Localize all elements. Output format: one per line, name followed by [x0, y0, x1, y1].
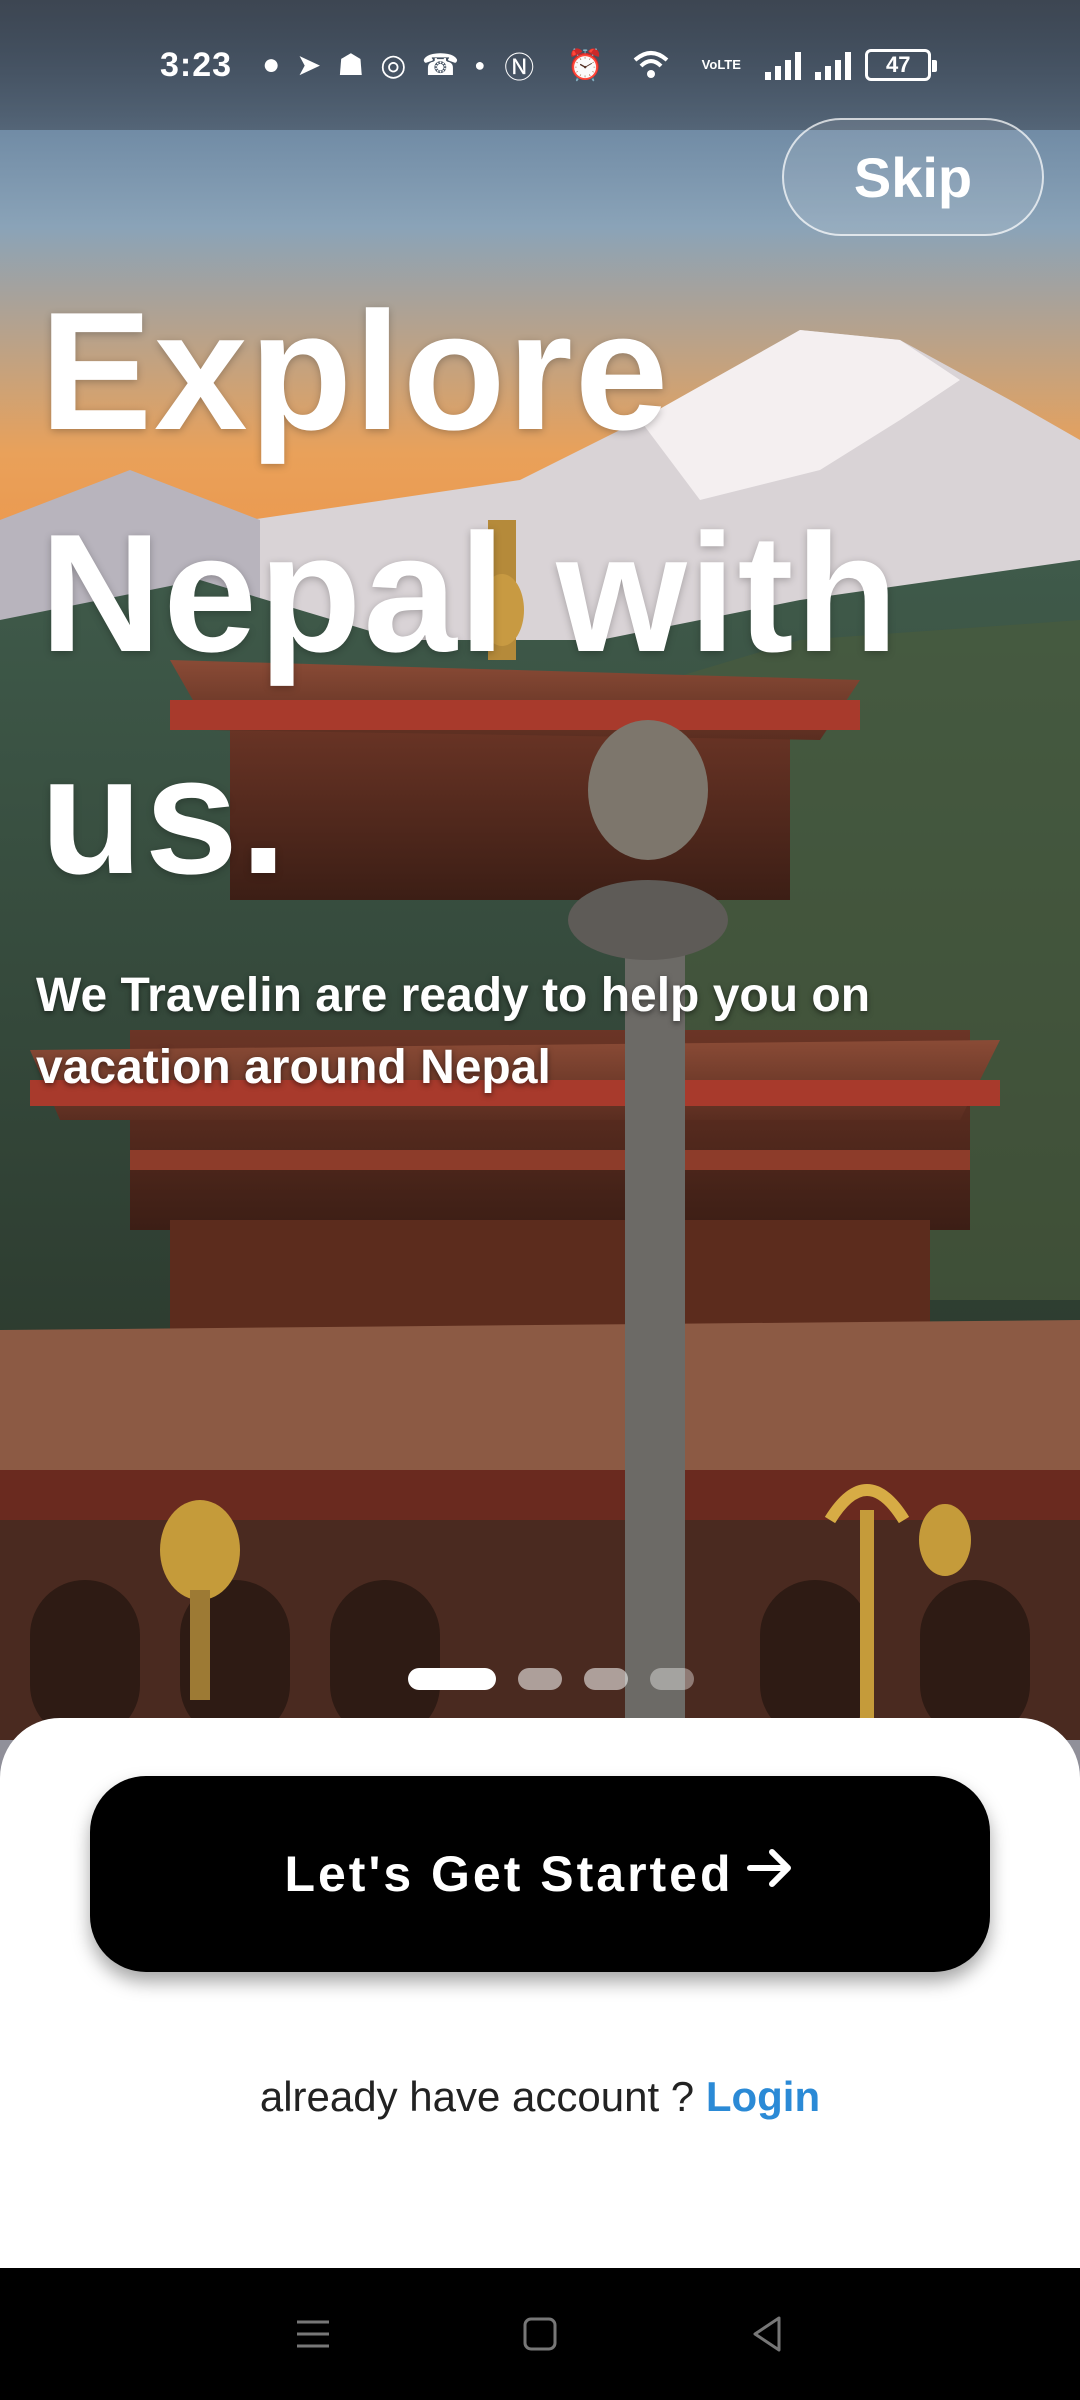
get-started-button[interactable]: Let's Get Started	[90, 1776, 990, 1972]
back-icon[interactable]	[737, 2304, 797, 2364]
message-icon: ●	[262, 48, 281, 81]
snapchat-icon: ☗	[337, 48, 365, 82]
login-link[interactable]: Login	[706, 2073, 820, 2120]
menu-icon[interactable]	[283, 2304, 343, 2364]
page-dot-active[interactable]	[408, 1668, 496, 1690]
wifi-icon	[633, 47, 669, 83]
page-indicator	[408, 1668, 694, 1690]
onboarding-screen: 3:23 ● ➤ ☗ ◎ ☎ ● Ⓝ ⏰ VoLTE 47 Skip Explo…	[0, 0, 1080, 2268]
status-bar: 3:23 ● ➤ ☗ ◎ ☎ ● Ⓝ ⏰ VoLTE 47	[0, 0, 1080, 130]
alarm-icon: ⏰	[566, 48, 604, 82]
nfc-icon: Ⓝ	[504, 52, 535, 85]
subtitle-line: vacation around Nepal	[36, 1041, 551, 1094]
subtitle: We Travelin are ready to help you on vac…	[36, 960, 936, 1104]
dot-icon: ●	[474, 54, 486, 75]
headline-line: Explore	[40, 277, 671, 465]
headline: Explore Nepal with us.	[40, 260, 940, 926]
telegram-icon: ➤	[296, 48, 322, 82]
whatsapp-icon: ◎	[380, 48, 407, 82]
battery-indicator: 47	[865, 49, 938, 81]
signal-icon	[765, 50, 802, 80]
page-dot[interactable]	[650, 1668, 694, 1690]
missed-call-icon: ☎	[421, 48, 460, 82]
login-prompt-text: already have account ?	[259, 2073, 706, 2120]
home-icon[interactable]	[510, 2304, 570, 2364]
bottom-sheet: Let's Get Started already have account ?…	[0, 1718, 1080, 2268]
login-prompt: already have account ? Login	[0, 2073, 1080, 2121]
status-time: 3:23	[160, 45, 233, 84]
headline-line: us.	[40, 721, 289, 909]
subtitle-line: We Travelin are ready to help you on	[36, 969, 871, 1022]
signal-icon	[815, 50, 852, 80]
get-started-label: Let's Get Started	[284, 1846, 734, 1902]
headline-line: Nepal with	[40, 499, 901, 687]
skip-button[interactable]: Skip	[782, 118, 1044, 236]
system-navigation-bar	[0, 2268, 1080, 2400]
page-dot[interactable]	[518, 1668, 562, 1690]
volte-icon: VoLTE	[701, 57, 741, 72]
page-dot[interactable]	[584, 1668, 628, 1690]
arrow-right-icon	[744, 1841, 796, 1908]
